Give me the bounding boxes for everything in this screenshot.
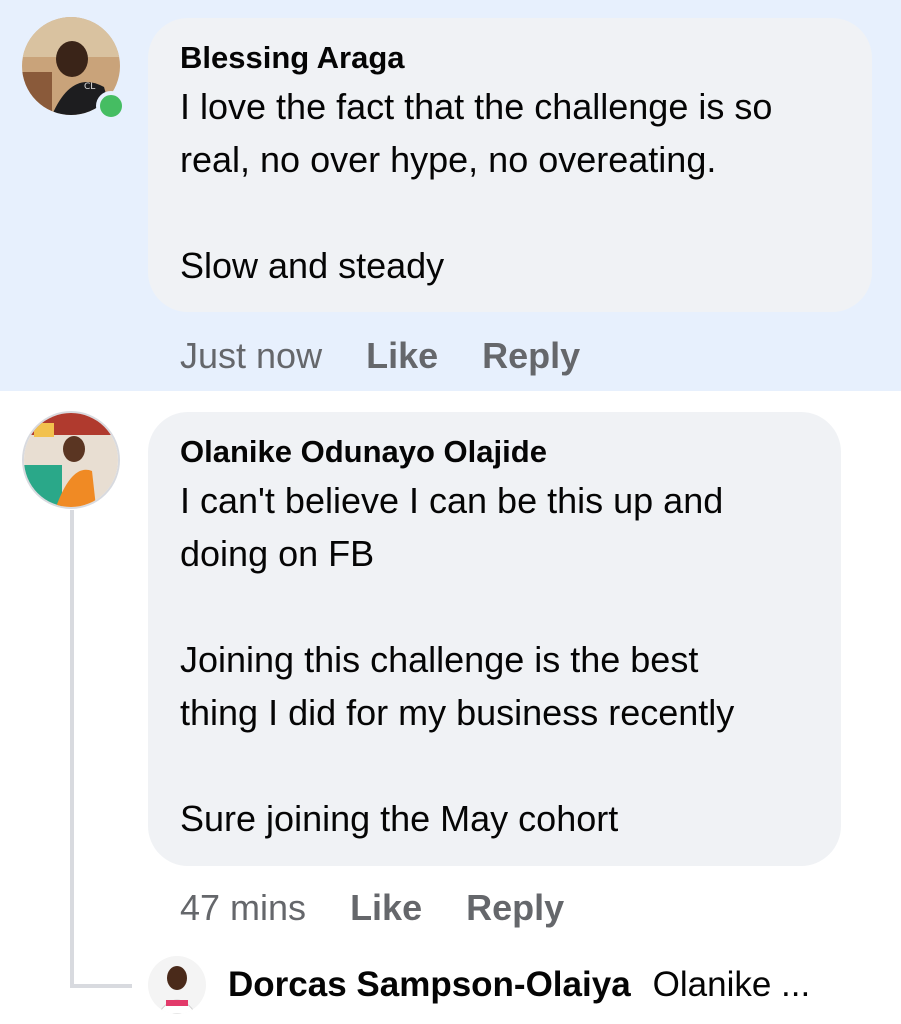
reply-button[interactable]: Reply	[466, 887, 564, 929]
thread-connector	[70, 510, 74, 988]
comment-actions-1: Just now Like Reply	[180, 335, 580, 377]
reply-preview[interactable]: Dorcas Sampson-Olaiya Olanike ...	[148, 955, 810, 1015]
comment-actions-2: 47 mins Like Reply	[180, 887, 564, 929]
online-status-icon	[96, 91, 126, 121]
thread-connector-branch	[70, 984, 132, 988]
comment-bubble-1[interactable]: Blessing Araga I love the fact that the …	[148, 18, 872, 312]
comment-timestamp[interactable]: Just now	[180, 335, 322, 377]
comment-text: I love the fact that the challenge is so…	[180, 86, 773, 286]
like-button[interactable]: Like	[350, 887, 422, 929]
reply-button[interactable]: Reply	[482, 335, 580, 377]
comment-timestamp[interactable]: 47 mins	[180, 887, 306, 929]
comment-author[interactable]: Olanike Odunayo Olajide	[180, 434, 809, 470]
comment-text: I can't believe I can be this up and doi…	[180, 480, 735, 839]
reply-author[interactable]: Dorcas Sampson-Olaiya	[228, 965, 631, 1005]
avatar-dorcas[interactable]	[148, 956, 206, 1014]
reply-snippet[interactable]: Olanike ...	[653, 965, 811, 1005]
comment-bubble-2[interactable]: Olanike Odunayo Olajide I can't believe …	[148, 412, 841, 866]
avatar-olanike[interactable]	[22, 411, 120, 509]
comment-author[interactable]: Blessing Araga	[180, 40, 840, 76]
like-button[interactable]: Like	[366, 335, 438, 377]
svg-text:CL: CL	[84, 82, 95, 92]
